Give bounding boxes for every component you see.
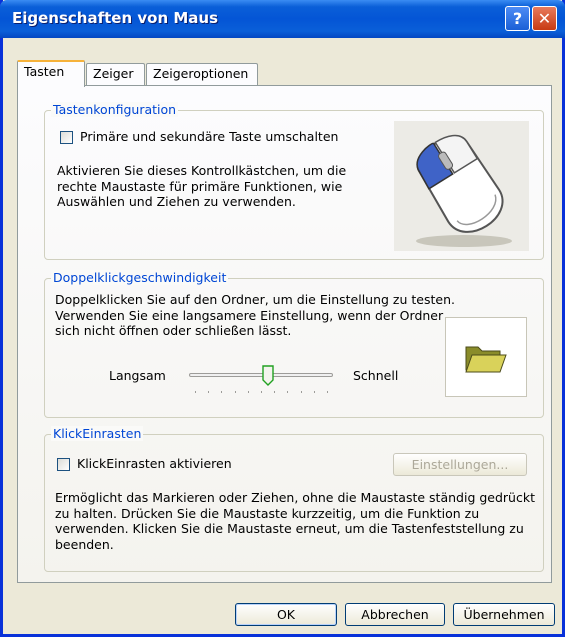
slider-tick <box>274 391 275 393</box>
folder-icon <box>464 342 508 377</box>
tab-panel: Tastenkonfiguration Primäre und sekundär… <box>17 85 552 583</box>
click-lock-settings-button[interactable]: Einstellungen... <box>393 453 527 476</box>
slider-tick <box>195 391 196 393</box>
tab-zeiger[interactable]: Zeiger <box>86 63 145 85</box>
slider-track <box>189 373 333 377</box>
cancel-button[interactable]: Abbrechen <box>345 603 445 626</box>
slider-tick <box>314 391 315 393</box>
slider-slow-label: Langsam <box>109 368 166 383</box>
window-title: Eigenschaften von Maus <box>12 9 219 27</box>
slider-tick <box>261 391 262 393</box>
help-button[interactable]: ? <box>505 6 530 31</box>
slider-tick <box>208 391 209 393</box>
slider-tick <box>248 391 249 393</box>
help-icon: ? <box>512 9 523 28</box>
double-click-legend: Doppelklickgeschwindigkeit <box>51 270 229 285</box>
slider-thumb[interactable] <box>262 365 274 386</box>
click-lock-description: Ermöglicht das Markieren oder Ziehen, oh… <box>55 490 535 552</box>
click-lock-legend: KlickEinrasten <box>51 426 144 441</box>
slider-tick <box>327 391 328 393</box>
close-icon: ✕ <box>537 9 552 28</box>
swap-buttons-checkbox[interactable] <box>60 131 73 144</box>
tab-zeigeroptionen[interactable]: Zeigeroptionen <box>146 63 258 85</box>
slider-tick <box>301 391 302 393</box>
close-button[interactable]: ✕ <box>532 6 557 31</box>
click-lock-checkbox[interactable] <box>57 458 70 471</box>
button-config-legend: Tastenkonfiguration <box>51 102 179 117</box>
double-click-description: Doppelklicken Sie auf den Ordner, um die… <box>55 292 455 338</box>
double-click-speed-slider[interactable] <box>189 361 333 395</box>
slider-tick <box>221 391 222 393</box>
double-click-group: Doppelklickgeschwindigkeit Doppelklicken… <box>44 270 544 418</box>
ok-button[interactable]: OK <box>235 603 337 626</box>
slider-tick <box>287 391 288 393</box>
button-config-description: Aktivieren Sie dieses Kontrollkästchen, … <box>57 163 347 209</box>
click-lock-label[interactable]: KlickEinrasten aktivieren <box>77 456 232 471</box>
apply-button[interactable]: Übernehmen <box>453 603 555 626</box>
mouse-icon <box>394 121 529 251</box>
click-lock-group: KlickEinrasten KlickEinrasten aktivieren… <box>44 426 544 572</box>
tab-tasten[interactable]: Tasten <box>17 60 85 87</box>
swap-buttons-label[interactable]: Primäre und sekundäre Taste umschalten <box>80 129 338 144</box>
slider-fast-label: Schnell <box>353 368 399 383</box>
button-config-group: Tastenkonfiguration Primäre und sekundär… <box>44 102 544 260</box>
folder-test-area[interactable] <box>445 317 527 397</box>
title-bar[interactable]: Eigenschaften von Maus ? ✕ <box>0 0 565 38</box>
slider-tick <box>235 391 236 393</box>
dialog-window: Eigenschaften von Maus ? ✕ Tasten Zeiger… <box>0 0 565 637</box>
